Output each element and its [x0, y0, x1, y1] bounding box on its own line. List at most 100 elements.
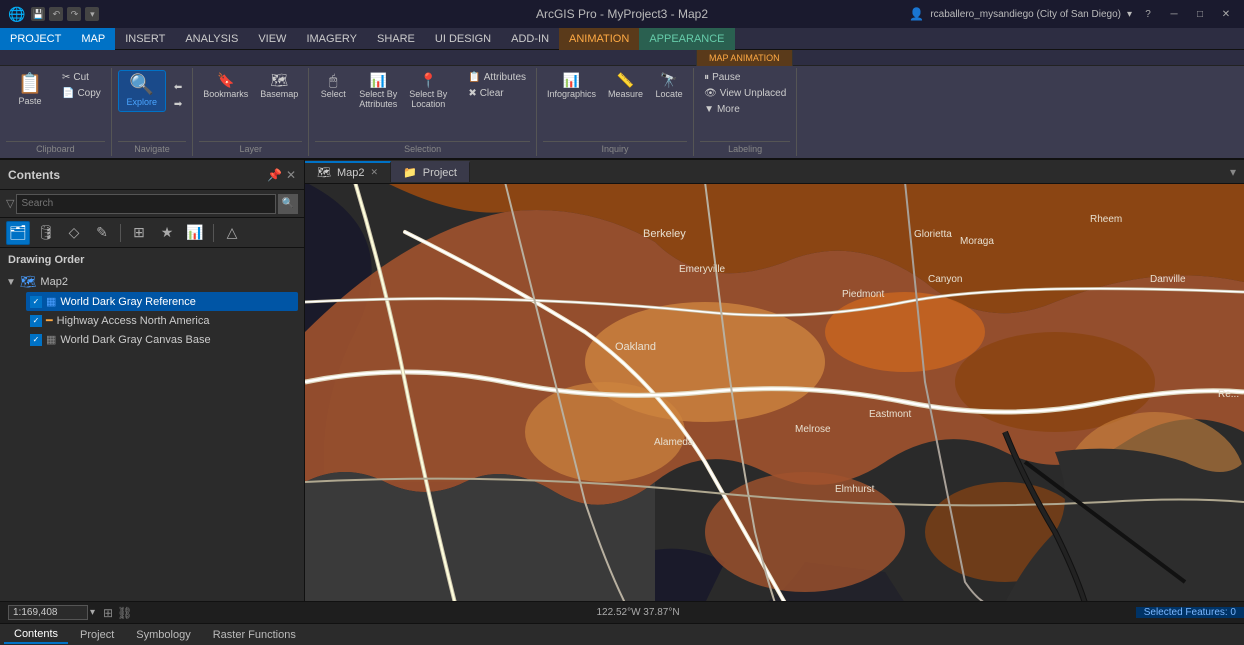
map-canvas[interactable]: Berkeley Glorietta Rheem Moraga Emeryvil… — [305, 184, 1244, 601]
scale-dropdown[interactable]: ▾ — [90, 607, 95, 618]
map-tabs-dropdown[interactable]: ▾ — [1222, 165, 1244, 179]
filter-collapse-button[interactable]: △ — [220, 221, 244, 245]
clear-button[interactable]: ✖ Clear — [464, 86, 530, 101]
filter-shape-button[interactable]: ◇ — [62, 221, 86, 245]
explore-button[interactable]: 🔍 Explore — [118, 70, 166, 112]
infographics-button[interactable]: 📊 Infographics — [543, 70, 600, 102]
basemap-button[interactable]: 🗺 Basemap — [256, 70, 302, 102]
qa-redo[interactable]: ↷ — [67, 7, 81, 21]
menu-share[interactable]: SHARE — [367, 28, 425, 50]
filter-star-button[interactable]: ★ — [155, 221, 179, 245]
svg-text:Re...: Re... — [1218, 389, 1239, 400]
explore-icon: 🔍 — [129, 75, 154, 95]
maximize-button[interactable]: □ — [1190, 7, 1210, 21]
copy-button[interactable]: 📄 Copy — [58, 86, 105, 101]
map2-group-header[interactable]: ▼ 🗺 Map2 — [6, 272, 298, 292]
select-by-loc-button[interactable]: 📍 Select By Location — [405, 70, 451, 112]
filter-db-button[interactable]: 🛢 — [34, 221, 58, 245]
sidebar-search-toolbar: ▽ 🔍 — [0, 190, 304, 218]
paste-label: Paste — [18, 96, 41, 106]
layer-content: 🔖 Bookmarks 🗺 Basemap — [199, 70, 302, 139]
sidebar-header: Contents 📌 ✕ — [0, 160, 304, 190]
grid-icon[interactable]: ⊞ — [103, 606, 113, 620]
ribbon-group-inquiry: 📊 Infographics 📏 Measure 🔭 Locate Inquir… — [537, 68, 694, 156]
map-tabs: 🗺 Map2 ✕ 📁 Project ▾ — [305, 160, 1244, 184]
sidebar-header-icons: 📌 ✕ — [267, 168, 296, 182]
minimize-button[interactable]: ─ — [1164, 7, 1184, 21]
search-input[interactable] — [16, 194, 276, 214]
copy-icon: 📄 — [62, 88, 74, 99]
svg-text:Moraga: Moraga — [960, 236, 994, 247]
view-unplaced-button[interactable]: 👁 View Unplaced — [700, 86, 790, 101]
menu-view[interactable]: VIEW — [248, 28, 296, 50]
more-label: More — [717, 104, 740, 115]
bottom-tab-raster-functions[interactable]: Raster Functions — [203, 627, 306, 643]
select-label: Select — [321, 89, 346, 99]
layer-checkbox-2[interactable]: ✓ — [30, 315, 42, 327]
map2-tab-close[interactable]: ✕ — [371, 167, 379, 178]
selected-features-status: Selected Features: 0 — [1136, 607, 1244, 618]
select-by-attr-button[interactable]: 📊 Select By Attributes — [355, 70, 401, 112]
tab-map2[interactable]: 🗺 Map2 ✕ — [305, 161, 391, 182]
qa-undo[interactable]: ↶ — [49, 7, 63, 21]
menu-insert[interactable]: INSERT — [115, 28, 175, 50]
menu-add-in[interactable]: ADD-IN — [501, 28, 559, 50]
filter-edit-button[interactable]: ✎ — [90, 221, 114, 245]
bottom-tab-contents[interactable]: Contents — [4, 626, 68, 644]
menu-appearance[interactable]: APPEARANCE — [639, 28, 734, 50]
layer-item-world-dark-gray-base[interactable]: ✓ ▦ World Dark Gray Canvas Base — [26, 330, 298, 349]
filter-chart-button[interactable]: 📊 — [183, 221, 207, 245]
tab-project[interactable]: 📁 Project — [391, 161, 470, 182]
bottom-tab-symbology[interactable]: Symbology — [126, 627, 200, 643]
qa-save[interactable]: 💾 — [31, 7, 45, 21]
locate-button[interactable]: 🔭 Locate — [651, 70, 687, 102]
close-sidebar-icon[interactable]: ✕ — [286, 168, 296, 182]
link-icon[interactable]: ⛓ — [117, 606, 132, 620]
paste-button[interactable]: 📋 Paste — [6, 70, 54, 110]
pause-label: Pause — [712, 72, 740, 83]
select-by-attr-icon: 📊 — [370, 73, 387, 87]
attributes-button[interactable]: 📋 Attributes — [464, 70, 530, 85]
inquiry-label: Inquiry — [543, 141, 687, 154]
close-button[interactable]: ✕ — [1216, 7, 1236, 21]
user-dropdown[interactable]: ▾ — [1127, 9, 1132, 20]
svg-text:Berkeley: Berkeley — [643, 228, 686, 240]
pin-icon[interactable]: 📌 — [267, 168, 282, 182]
filter-list-button[interactable]: 🗂 — [6, 221, 30, 245]
more-button[interactable]: ▼ More — [700, 102, 790, 117]
select-button[interactable]: 🖱 Select — [315, 70, 351, 102]
svg-text:Danville: Danville — [1150, 274, 1186, 285]
menu-ui-design[interactable]: UI DESIGN — [425, 28, 501, 50]
layer-item-highway-access[interactable]: ✓ ━ Highway Access North America — [26, 311, 298, 330]
bottom-tab-project[interactable]: Project — [70, 627, 124, 643]
pause-button[interactable]: ⏸ Pause — [700, 70, 790, 85]
cut-button[interactable]: ✂ Cut — [58, 70, 105, 85]
layer-name-2: Highway Access North America — [57, 315, 210, 327]
menu-map[interactable]: MAP — [71, 28, 115, 50]
help-button[interactable]: ? — [1138, 7, 1158, 21]
layer-checkbox-1[interactable]: ✓ — [30, 296, 42, 308]
clear-label: Clear — [480, 88, 504, 99]
menu-imagery[interactable]: IMAGERY — [296, 28, 367, 50]
user-name: rcaballero_mysandiego (City of San Diego… — [930, 9, 1121, 20]
filter-grid-button[interactable]: ⊞ — [127, 221, 151, 245]
layer-item-world-dark-gray-ref[interactable]: ✓ ▦ World Dark Gray Reference — [26, 292, 298, 311]
inquiry-content: 📊 Infographics 📏 Measure 🔭 Locate — [543, 70, 687, 139]
menu-project[interactable]: PROJECT — [0, 28, 71, 50]
menu-analysis[interactable]: ANALYSIS — [175, 28, 248, 50]
qa-dropdown[interactable]: ▾ — [85, 7, 99, 21]
bookmarks-button[interactable]: 🔖 Bookmarks — [199, 70, 252, 102]
user-icon: 👤 — [909, 7, 924, 21]
ribbon-group-selection: 🖱 Select 📊 Select By Attributes 📍 Select… — [309, 68, 537, 156]
layer-checkbox-3[interactable]: ✓ — [30, 334, 42, 346]
status-icons: ⊞ ⛓ — [103, 606, 132, 620]
measure-button[interactable]: 📏 Measure — [604, 70, 647, 102]
clear-icon: ✖ — [468, 88, 476, 99]
nav-forward-button[interactable]: ➡ — [170, 97, 186, 112]
app-icon: 🌐 — [8, 6, 25, 23]
search-button[interactable]: 🔍 — [278, 194, 298, 214]
scale-input[interactable] — [8, 605, 88, 620]
menu-animation[interactable]: ANIMATION — [559, 28, 639, 50]
nav-back-button[interactable]: ⬅ — [170, 80, 186, 95]
title-bar-left: 🌐 💾 ↶ ↷ ▾ — [8, 6, 99, 23]
